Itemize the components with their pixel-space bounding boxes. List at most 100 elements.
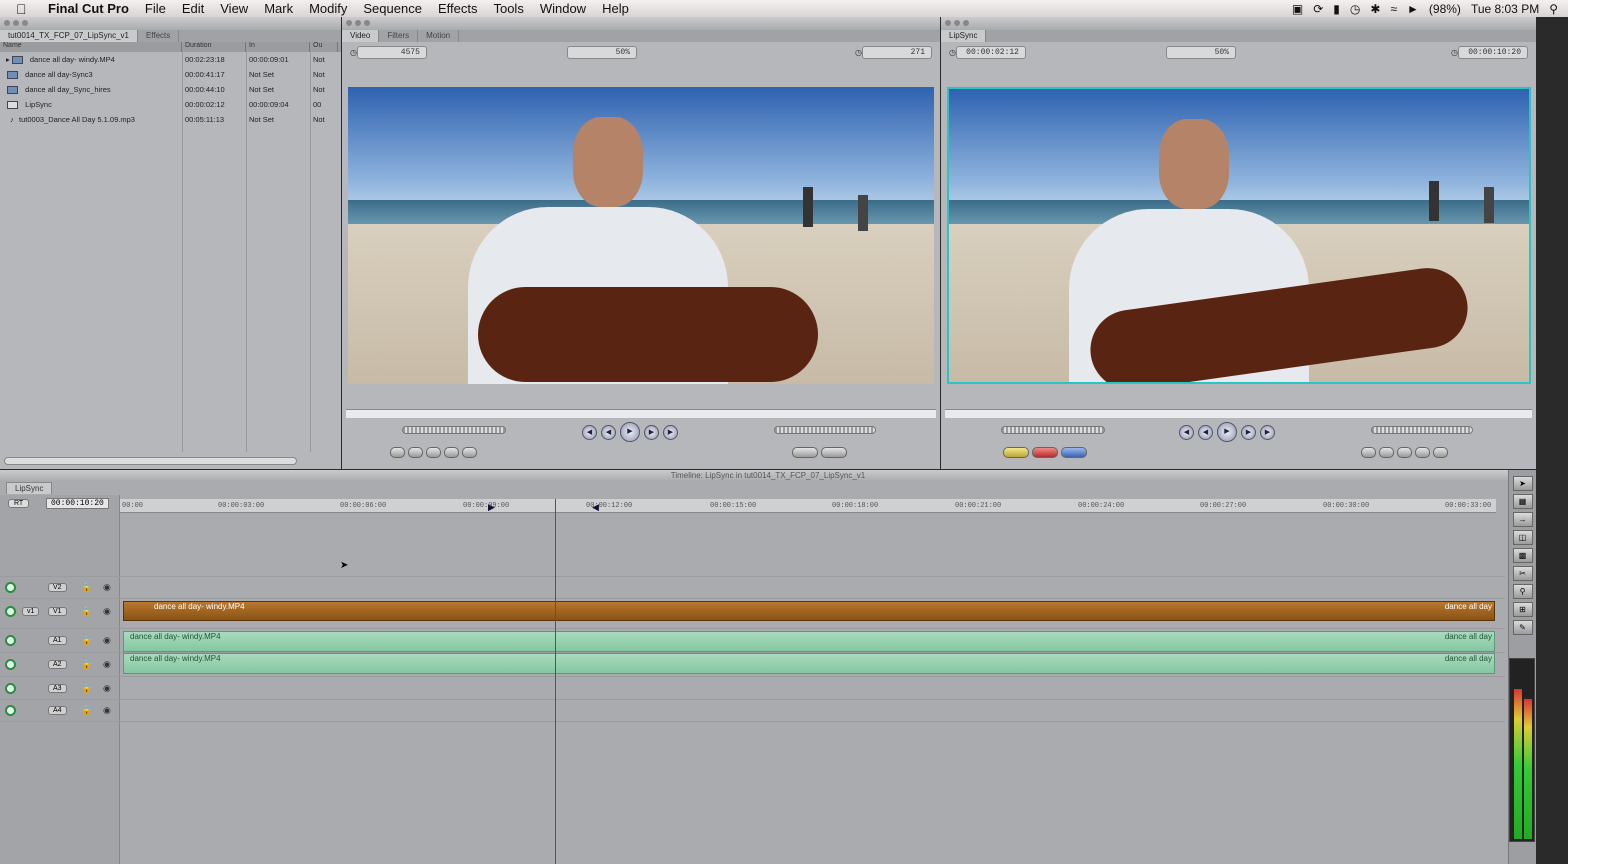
- track-label-v1[interactable]: V1: [48, 606, 67, 616]
- minimize-button[interactable]: [13, 20, 19, 26]
- menu-help[interactable]: Help: [602, 1, 629, 16]
- play-around-button[interactable]: ▶: [644, 424, 659, 440]
- canvas-shuttle[interactable]: [1001, 426, 1105, 434]
- track-label-a4[interactable]: A4: [48, 706, 67, 715]
- mark-in-button[interactable]: [408, 447, 423, 458]
- play-around-button[interactable]: ▶: [1241, 424, 1256, 440]
- in-point-marker[interactable]: ▶: [488, 502, 495, 513]
- playhead[interactable]: [555, 499, 556, 864]
- canvas-timecode-field[interactable]: 00:00:10:20: [1458, 45, 1528, 59]
- horizontal-scrollbar[interactable]: [4, 457, 297, 465]
- audio-enable-icon[interactable]: [5, 659, 16, 670]
- track-a1[interactable]: A1 🔒 ◉ dance all day- windy.MP4 dance al…: [0, 628, 1505, 652]
- time-machine-icon[interactable]: ◷: [1350, 2, 1360, 16]
- disclosure-triangle-icon[interactable]: ▸: [3, 55, 12, 64]
- col-duration[interactable]: Duration: [182, 42, 246, 52]
- tab-lipsync-sequence[interactable]: LipSync: [6, 482, 53, 494]
- mark-clip-button[interactable]: [1433, 447, 1448, 458]
- tab-video[interactable]: Video: [342, 30, 380, 42]
- auto-select-icon[interactable]: ◉: [103, 683, 111, 694]
- auto-select-icon[interactable]: ◉: [103, 582, 111, 593]
- play-button[interactable]: ▶: [1217, 422, 1237, 442]
- app-menu[interactable]: Final Cut Pro: [48, 1, 129, 16]
- edit-selection-tool-icon[interactable]: ▦: [1512, 494, 1533, 509]
- tab-project[interactable]: tut0014_TX_FCP_07_LipSync_v1: [0, 30, 138, 42]
- lock-icon[interactable]: 🔒: [81, 582, 92, 593]
- pen-tool-icon[interactable]: ✎: [1512, 620, 1533, 635]
- add-keyframe-button[interactable]: [1003, 447, 1029, 458]
- track-label-a3[interactable]: A3: [48, 683, 67, 693]
- visibility-eye-icon[interactable]: [5, 582, 16, 593]
- menu-edit[interactable]: Edit: [182, 1, 204, 16]
- menu-sequence[interactable]: Sequence: [363, 1, 422, 16]
- timeline-timecode-field[interactable]: 00:00:10:20: [46, 498, 109, 509]
- rt-popup[interactable]: RT: [8, 499, 30, 508]
- canvas-scrubber[interactable]: [945, 409, 1532, 418]
- canvas-duration-field[interactable]: 00:00:02:12: [955, 45, 1026, 59]
- viewer-jog[interactable]: [774, 426, 876, 434]
- overlay-button[interactable]: [1061, 447, 1087, 458]
- prev-edit-button[interactable]: ◀: [582, 424, 597, 440]
- wifi-icon[interactable]: ≈: [1390, 2, 1397, 16]
- auto-select-icon[interactable]: ◉: [103, 659, 111, 670]
- menu-tools[interactable]: Tools: [493, 1, 523, 16]
- track-select-tool-icon[interactable]: →: [1512, 512, 1533, 527]
- col-name[interactable]: Name: [0, 42, 182, 52]
- play-in-out-button[interactable]: ◀: [601, 424, 616, 440]
- track-a4[interactable]: A4 🔒 ◉: [0, 699, 1505, 722]
- camera-icon[interactable]: ▣: [1292, 2, 1303, 16]
- track-label-a1[interactable]: A1: [48, 636, 67, 645]
- viewer-scrubber[interactable]: [346, 409, 936, 418]
- mark-out-button[interactable]: [426, 447, 441, 458]
- mark-clip-button[interactable]: [462, 447, 477, 458]
- audio-enable-icon[interactable]: [5, 705, 16, 716]
- spotlight-icon[interactable]: ⚲: [1549, 2, 1558, 16]
- zoom-tool-icon[interactable]: ⚲: [1512, 584, 1533, 599]
- slip-tool-icon[interactable]: ▩: [1512, 548, 1533, 563]
- menu-mark[interactable]: Mark: [264, 1, 293, 16]
- track-v1[interactable]: v1 V1 🔒 ◉ dance all day- windy.MP4 dance…: [0, 598, 1505, 623]
- next-edit-button[interactable]: ▶: [663, 424, 678, 440]
- insert-edit-button[interactable]: [792, 447, 818, 458]
- track-label-v2[interactable]: V2: [48, 583, 67, 592]
- list-item[interactable]: ▸ dance all day- windy.MP4 00:02:23:18 00:…: [0, 52, 341, 67]
- list-item[interactable]: dance all day_Sync_hires 00:00:44:10 Not S…: [0, 82, 341, 97]
- list-item[interactable]: dance all day-Sync3 00:00:41:17 Not Set Not: [0, 67, 341, 82]
- track-v2[interactable]: V2 🔒 ◉: [0, 576, 1505, 598]
- canvas-jog[interactable]: [1371, 426, 1473, 434]
- selection-tool-icon[interactable]: ➤: [1512, 476, 1533, 491]
- viewer-video-frame[interactable]: [348, 87, 934, 384]
- bluetooth-icon[interactable]: ✱: [1370, 2, 1380, 16]
- overwrite-edit-button[interactable]: [821, 447, 847, 458]
- time-ruler[interactable]: 00:00 00:00:03:00 00:00:06:00 00:00:09:0…: [120, 499, 1496, 513]
- sync-icon[interactable]: ⟳: [1313, 2, 1323, 16]
- audio-enable-icon[interactable]: [5, 682, 16, 694]
- tab-filters[interactable]: Filters: [379, 30, 419, 42]
- lock-icon[interactable]: 🔒: [81, 635, 92, 646]
- visibility-eye-icon[interactable]: [5, 605, 16, 617]
- mark-out-button[interactable]: [1397, 447, 1412, 458]
- zoom-popup[interactable]: 50%: [566, 45, 637, 59]
- video-clip[interactable]: dance all day- windy.MP4 dance all day: [123, 601, 1495, 621]
- audio-clip[interactable]: dance all day- windy.MP4 dance all day: [123, 631, 1495, 652]
- lock-icon[interactable]: 🔒: [81, 683, 92, 694]
- lock-icon[interactable]: 🔒: [81, 659, 92, 670]
- col-out[interactable]: Ou: [310, 42, 338, 52]
- lock-icon[interactable]: 🔒: [81, 606, 92, 617]
- tab-lipsync[interactable]: LipSync: [941, 30, 987, 42]
- battery-status[interactable]: (98%): [1429, 2, 1461, 16]
- lock-icon[interactable]: 🔒: [81, 705, 92, 716]
- menu-file[interactable]: File: [145, 1, 166, 16]
- out-point-marker[interactable]: ◀: [592, 502, 599, 513]
- roll-tool-icon[interactable]: ◫: [1512, 530, 1533, 545]
- menu-effects[interactable]: Effects: [438, 1, 478, 16]
- match-frame-button[interactable]: [1361, 447, 1376, 458]
- viewer-shuttle[interactable]: [402, 426, 506, 434]
- close-button[interactable]: [4, 20, 10, 26]
- menu-window[interactable]: Window: [540, 1, 586, 16]
- zoom-button[interactable]: [22, 20, 28, 26]
- canvas-zoom-popup[interactable]: 50%: [1165, 45, 1236, 59]
- tab-effects[interactable]: Effects: [138, 30, 180, 42]
- crop-tool-icon[interactable]: ⊞: [1512, 602, 1533, 617]
- volume-icon[interactable]: ►: [1407, 2, 1419, 16]
